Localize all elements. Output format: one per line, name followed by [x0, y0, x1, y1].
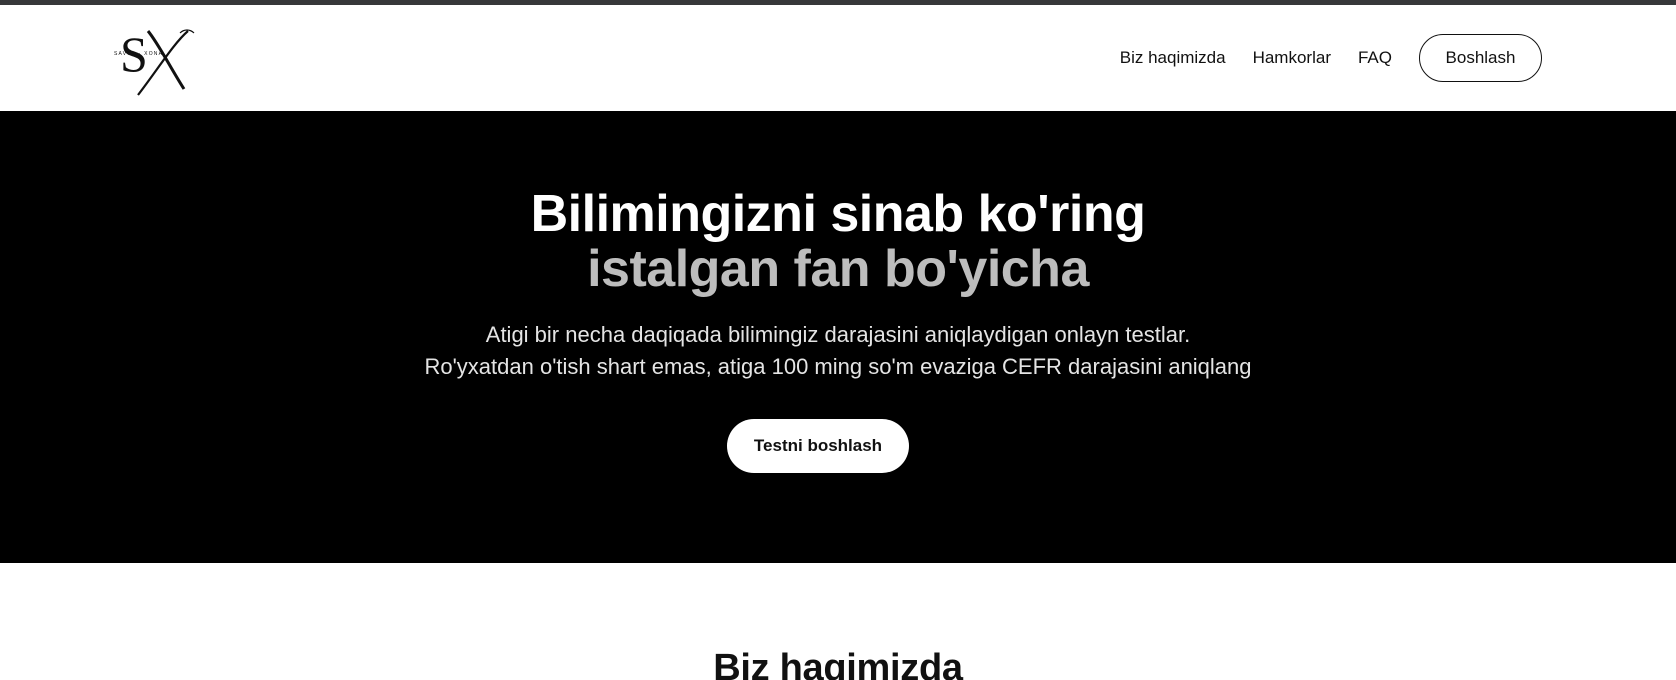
about-section: Biz haqimizda — [0, 563, 1676, 680]
nav-faq-link[interactable]: FAQ — [1358, 48, 1392, 68]
hero-section: Bilimingizni sinab ko'ring istalgan fan … — [0, 111, 1676, 563]
nav-about-link[interactable]: Biz haqimizda — [1120, 48, 1226, 68]
hero-subtitle-line-1: Atigi bir necha daqiqada bilimingiz dara… — [485, 322, 1191, 347]
start-button[interactable]: Boshlash — [1419, 34, 1542, 82]
logo-mark-icon: S SAVOL · XONA — [114, 26, 195, 96]
start-test-button[interactable]: Testni boshlash — [727, 419, 909, 473]
main-nav: Biz haqimizda Hamkorlar FAQ Boshlash — [1120, 34, 1542, 82]
hero-subtitle-line-2: Ro'yxatdan o'tish shart emas, atiga 100 … — [424, 354, 1252, 379]
nav-partners-link[interactable]: Hamkorlar — [1253, 48, 1331, 68]
site-header: S SAVOL · XONA Biz haqimizda Hamkorlar F… — [0, 5, 1676, 111]
logo[interactable]: S SAVOL · XONA — [114, 23, 200, 101]
about-section-title: Biz haqimizda — [713, 647, 963, 680]
hero-title-line-2: istalgan fan bo'yicha — [587, 240, 1089, 298]
svg-text:SAVOL · XONA: SAVOL · XONA — [114, 51, 163, 57]
hero-title-line-1: Bilimingizni sinab ko'ring — [530, 185, 1146, 243]
